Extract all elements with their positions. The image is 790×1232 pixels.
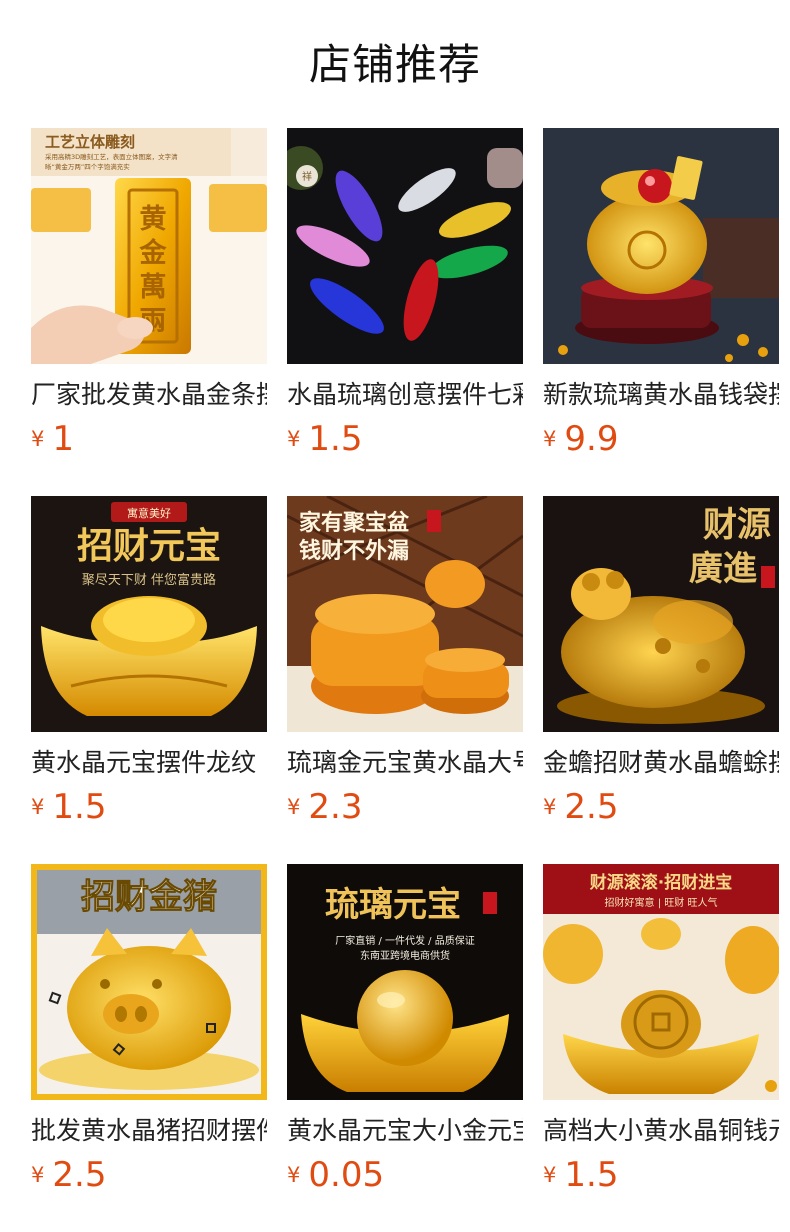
product-image[interactable]: 家有聚宝盆 钱财不外漏 (287, 496, 523, 732)
product-name[interactable]: 水晶琉璃创意摆件七彩鲤鱼 (287, 378, 523, 412)
price-amount: 2.3 (308, 787, 363, 827)
product-name[interactable]: 高档大小黄水晶铜钱元宝 (543, 1114, 779, 1148)
product-image[interactable]: 祥 (287, 128, 523, 364)
product-name[interactable]: 批发黄水晶猪招财摆件 (31, 1114, 267, 1148)
product-price: ¥1 (31, 418, 74, 460)
engraving-char: 萬 (140, 272, 167, 303)
currency-symbol: ¥ (287, 1163, 301, 1187)
engraving-char: 黄 (140, 204, 167, 235)
price-amount: 1.5 (52, 787, 107, 827)
image-line: 东南亚跨境电商供货 (360, 949, 450, 962)
image-caption: 晰“黄金万两”四个字饱满充实 (45, 162, 130, 171)
product-card[interactable]: 工艺立体雕刻 采用高精3D雕刻工艺，表面立体图案，文字清 晰“黄金万两”四个字饱… (31, 128, 267, 459)
currency-symbol: ¥ (543, 795, 557, 819)
product-price: ¥1.5 (543, 1154, 618, 1196)
image-banner: 工艺立体雕刻 (45, 133, 135, 151)
currency-symbol: ¥ (31, 427, 45, 451)
price-amount: 1 (52, 419, 75, 459)
image-line: 钱财不外漏 (299, 538, 409, 564)
price-amount: 1.5 (564, 1155, 619, 1195)
product-image[interactable]: 琉璃元宝 厂家直销 / 一件代发 / 品质保证 东南亚跨境电商供货 (287, 864, 523, 1100)
product-image[interactable]: 招财金猪 (31, 864, 267, 1100)
product-card[interactable]: 家有聚宝盆 钱财不外漏 琉璃金元宝黄水晶大号 ¥2.3 (287, 496, 523, 827)
product-price: ¥2.5 (31, 1154, 106, 1196)
product-grid: 工艺立体雕刻 采用高精3D雕刻工艺，表面立体图案，文字清 晰“黄金万两”四个字饱… (31, 128, 779, 1195)
image-headline: 招财金猪 (81, 877, 217, 917)
product-card[interactable]: 琉璃元宝 厂家直销 / 一件代发 / 品质保证 东南亚跨境电商供货 黄水晶元宝大… (287, 864, 523, 1195)
image-subline: 招财好寓意 | 旺财 旺人气 (605, 896, 718, 909)
image-headline: 琉璃元宝 (325, 885, 461, 925)
section-title: 店铺推荐 (308, 40, 481, 89)
product-price: ¥1.5 (287, 418, 362, 460)
image-caption: 采用高精3D雕刻工艺，表面立体图案，文字清 (45, 152, 178, 161)
product-price: ¥2.5 (543, 786, 618, 828)
product-card[interactable]: 财源 廣進 金蟾招财黄水晶蟾蜍摆件 ¥2.5 (543, 496, 779, 827)
image-line: 厂家直销 / 一件代发 / 品质保证 (335, 934, 474, 947)
product-image[interactable]: 财源滚滚·招财进宝 招财好寓意 | 旺财 旺人气 (543, 864, 779, 1100)
engraving-char: 金 (139, 237, 168, 269)
image-badge: 寓意美好 (127, 506, 171, 520)
shop-recommend-page: 店铺推荐 工艺立体雕刻 采用高精3D雕刻工艺，表面立体图案，文字清 晰“黄金万两… (0, 0, 790, 1232)
currency-symbol: ¥ (543, 427, 557, 451)
currency-symbol: ¥ (287, 795, 301, 819)
currency-symbol: ¥ (287, 427, 301, 451)
price-amount: 0.05 (308, 1155, 385, 1195)
product-name[interactable]: 黄水晶元宝摆件龙纹 (31, 746, 267, 780)
product-price: ¥1.5 (31, 786, 106, 828)
image-calligraphy: 财源 (703, 505, 771, 545)
product-card[interactable]: 招财金猪 批发黄水晶猪招财摆件 ¥2.5 (31, 864, 267, 1195)
product-image[interactable]: 工艺立体雕刻 采用高精3D雕刻工艺，表面立体图案，文字清 晰“黄金万两”四个字饱… (31, 128, 267, 364)
currency-symbol: ¥ (31, 795, 45, 819)
product-card[interactable]: 寓意美好 招财元宝 聚尽天下财 伴您富贵路 黄水晶元宝摆件龙纹 ¥1.5 (31, 496, 267, 827)
price-amount: 1.5 (308, 419, 363, 459)
product-price: ¥2.3 (287, 786, 362, 828)
product-price: ¥0.05 (287, 1154, 384, 1196)
currency-symbol: ¥ (543, 1163, 557, 1187)
image-subline: 聚尽天下财 伴您富贵路 (82, 572, 216, 588)
product-price: ¥9.9 (543, 418, 618, 460)
product-name[interactable]: 黄水晶元宝大小金元宝 (287, 1114, 523, 1148)
image-seal: 祥 (302, 170, 312, 183)
image-line: 家有聚宝盆 (299, 510, 410, 536)
price-amount: 2.5 (52, 1155, 107, 1195)
price-amount: 2.5 (564, 787, 619, 827)
image-headline: 招财元宝 (77, 526, 221, 567)
product-card[interactable]: 新款琉璃黄水晶钱袋摆件 ¥9.9 (543, 128, 779, 459)
product-image[interactable] (543, 128, 779, 364)
product-card[interactable]: 财源滚滚·招财进宝 招财好寓意 | 旺财 旺人气 高档大小黄水晶铜钱元宝 ¥1.… (543, 864, 779, 1195)
image-calligraphy: 廣進 (689, 549, 757, 589)
product-name[interactable]: 金蟾招财黄水晶蟾蜍摆件 (543, 746, 779, 780)
product-name[interactable]: 厂家批发黄水晶金条摆件 (31, 378, 267, 412)
image-headline: 财源滚滚·招财进宝 (589, 872, 732, 893)
product-name[interactable]: 琉璃金元宝黄水晶大号 (287, 746, 523, 780)
currency-symbol: ¥ (31, 1163, 45, 1187)
product-name[interactable]: 新款琉璃黄水晶钱袋摆件 (543, 378, 779, 412)
product-image[interactable]: 财源 廣進 (543, 496, 779, 732)
product-image[interactable]: 寓意美好 招财元宝 聚尽天下财 伴您富贵路 (31, 496, 267, 732)
price-amount: 9.9 (564, 419, 619, 459)
product-card[interactable]: 祥 水晶琉璃创意摆件七彩鲤鱼 ¥1.5 (287, 128, 523, 459)
